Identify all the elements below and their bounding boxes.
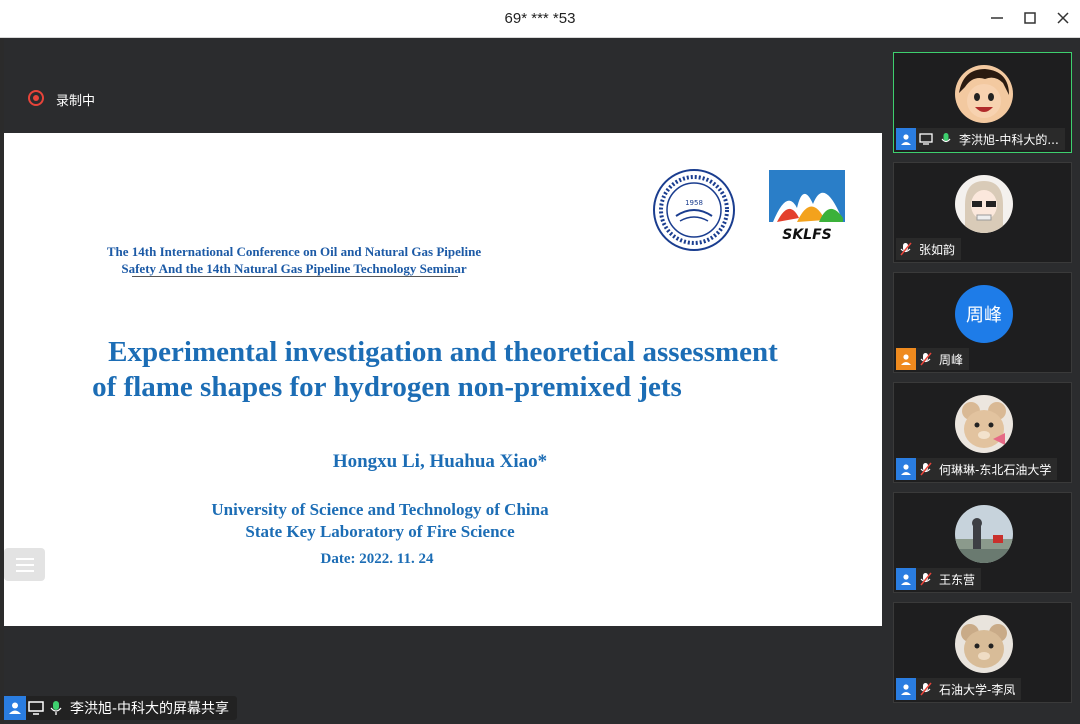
recording-label: 录制中	[56, 94, 96, 109]
host-icon	[896, 678, 916, 700]
participant-name: 周峰	[939, 352, 964, 367]
participant-namebar: 王东营	[896, 568, 982, 590]
participant-name: 张如韵	[919, 242, 956, 257]
list-toggle-button[interactable]	[4, 548, 45, 581]
slide-title-line-2: of flame shapes for hydrogen non-premixe…	[92, 371, 682, 403]
cohost-icon	[896, 348, 916, 370]
participant-tile[interactable]: 张如韵	[893, 162, 1072, 263]
avatar	[955, 615, 1013, 673]
slide-date: Date: 2022. 11. 24	[320, 551, 434, 567]
conference-underline	[132, 276, 458, 277]
presentation-slide: The 14th International Conference on Oil…	[4, 133, 882, 626]
screen-share-label: 李洪旭-中科大的屏幕共享	[4, 696, 238, 720]
recording-icon	[28, 90, 44, 106]
microphone-muted-icon	[916, 678, 936, 700]
slide-affiliation-1: University of Science and Technology of …	[211, 500, 549, 519]
avatar	[955, 65, 1013, 123]
participant-name: 王东营	[939, 572, 976, 587]
participant-tile[interactable]: 王东营	[893, 492, 1072, 593]
screen-share-label-text: 李洪旭-中科大的屏幕共享	[70, 701, 230, 717]
participant-tile[interactable]: 周峰 周峰	[893, 272, 1072, 373]
microphone-muted-icon	[896, 238, 916, 260]
participant-tile[interactable]: 何琳琳-东北石油大学	[893, 382, 1072, 483]
sklfs-logo-text: SKLFS	[782, 227, 832, 243]
host-icon	[896, 458, 916, 480]
participant-name: 李洪旭-中科大的...	[959, 132, 1059, 147]
host-icon	[896, 128, 916, 150]
participant-namebar: 李洪旭-中科大的...	[896, 128, 1065, 150]
participant-list: 李洪旭-中科大的... 张如韵 周峰 周峰 何琳琳-东北石油大学 王东营 石油大…	[882, 38, 1080, 724]
conference-line-1: The 14th International Conference on Oil…	[106, 244, 482, 259]
screen-share-icon	[26, 697, 46, 719]
microphone-muted-icon	[916, 568, 936, 590]
avatar	[955, 395, 1013, 453]
screen-share-icon	[916, 128, 936, 150]
participant-namebar: 何琳琳-东北石油大学	[896, 458, 1058, 480]
title-bar: 69* *** *53	[0, 0, 1080, 38]
microphone-icon	[936, 128, 956, 150]
participant-tile[interactable]: 李洪旭-中科大的...	[893, 52, 1072, 153]
participant-name: 何琳琳-东北石油大学	[939, 462, 1052, 477]
window-title: 69* *** *53	[504, 10, 576, 27]
maximize-icon	[1024, 12, 1036, 24]
avatar	[955, 505, 1013, 563]
conference-line-2: Safety And the 14th Natural Gas Pipeline…	[121, 261, 467, 276]
recording-bar: 录制中	[4, 38, 882, 133]
conference-title: The 14th International Conference on Oil…	[74, 243, 514, 277]
avatar	[955, 175, 1013, 233]
microphone-muted-icon	[916, 348, 936, 370]
ustc-logo-year: 1958	[685, 199, 703, 207]
maximize-button[interactable]	[1017, 7, 1043, 33]
ustc-logo: 1958	[653, 169, 735, 251]
avatar: 周峰	[955, 285, 1013, 343]
participant-tile[interactable]: 石油大学-李凤	[893, 602, 1072, 703]
list-icon	[16, 558, 34, 560]
participant-name: 石油大学-李凤	[939, 682, 1016, 697]
participant-namebar: 张如韵	[896, 238, 962, 260]
close-button[interactable]	[1050, 7, 1076, 33]
minimize-button[interactable]	[984, 7, 1010, 33]
slide-affiliation-2: State Key Laboratory of Fire Science	[245, 522, 515, 541]
participant-namebar: 周峰	[896, 348, 970, 370]
minimize-icon	[991, 17, 1003, 19]
host-icon	[896, 568, 916, 590]
host-icon	[4, 696, 26, 720]
slide-title-line-1: Experimental investigation and theoretic…	[108, 336, 778, 368]
shared-screen-area: 录制中 The 14th International Conference on…	[4, 38, 882, 724]
slide-authors: Hongxu Li, Huahua Xiao*	[332, 451, 548, 472]
close-icon	[1057, 12, 1069, 24]
meeting-window: 69* *** *53 录制中 The 14th International C…	[0, 0, 1080, 724]
microphone-muted-icon	[916, 458, 936, 480]
sklfs-logo: SKLFS	[769, 170, 845, 243]
participant-namebar: 石油大学-李凤	[896, 678, 1022, 700]
microphone-icon	[46, 697, 66, 719]
